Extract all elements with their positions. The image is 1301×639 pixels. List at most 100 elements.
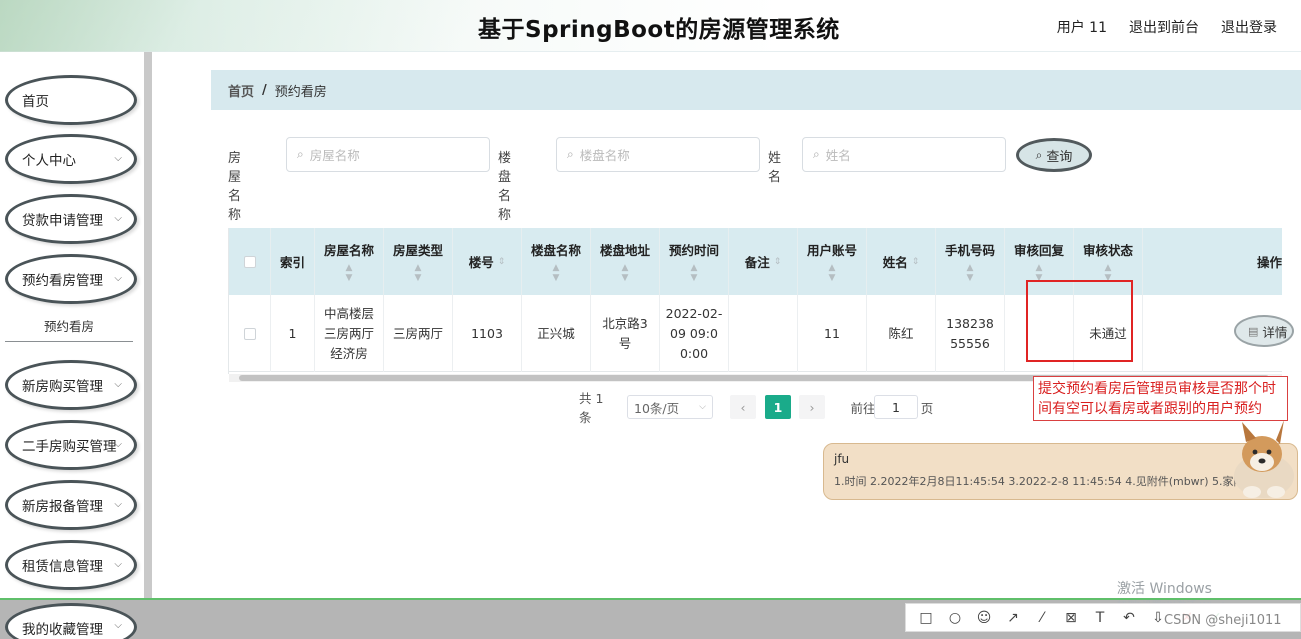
col-account-label: 用户账号 (806, 243, 857, 258)
arrow-tool-icon[interactable]: ↗ (1005, 610, 1021, 626)
search-icon: ⌕ (813, 147, 820, 161)
sort-icon[interactable]: ⇕ (912, 257, 920, 267)
next-page-button[interactable]: › (799, 395, 825, 419)
sort-icon[interactable]: ▲ ▼ (415, 263, 422, 283)
logout-link[interactable]: 退出登录 (1221, 17, 1277, 37)
sort-icon[interactable]: ⇕ (774, 257, 782, 267)
sidebar-item-label: 贷款申请管理 (22, 213, 103, 229)
sidebar-scrollbar[interactable] (144, 52, 152, 600)
document-icon: ▤ (1248, 324, 1259, 338)
col-building-no-label: 楼号 (468, 255, 494, 270)
cell-remark (729, 295, 798, 372)
col-estate-label: 楼盘名称 (530, 243, 581, 258)
select-all-cell (229, 228, 271, 295)
windows-activation-title: 激活 Windows (1117, 581, 1212, 597)
sidebar-item-label: 首页 (22, 94, 49, 110)
col-actions: 操作 (1143, 228, 1282, 295)
col-index: 索引 (271, 228, 315, 295)
prev-page-button[interactable]: ‹ (730, 395, 756, 419)
ellipse-tool-icon[interactable]: ○ (947, 610, 963, 626)
header-nav: 用户 11 退出到前台 退出登录 (1057, 17, 1277, 37)
col-address-label: 楼盘地址 (599, 243, 650, 258)
select-all-checkbox[interactable] (243, 255, 256, 268)
chevron-down-icon: ⌵ (114, 499, 122, 510)
house-name-placeholder: 房屋名称 (309, 148, 360, 163)
row-checkbox[interactable] (243, 327, 256, 340)
sidebar-item-label: 新房报备管理 (22, 499, 103, 515)
sidebar-item-label: 租赁信息管理 (22, 559, 103, 575)
sort-icon[interactable]: ⇕ (498, 257, 506, 267)
col-phone[interactable]: 手机号码 ▲ ▼ (936, 228, 1005, 295)
sort-icon[interactable]: ▲ ▼ (346, 263, 353, 283)
ime-candidate-list[interactable]: 1.时间 2.2022年2月8日11:45:54 3.2022-2-8 11:4… (834, 473, 1287, 489)
col-house-name[interactable]: 房屋名称 ▲ ▼ (315, 228, 384, 295)
goto-page-input[interactable]: 1 (874, 395, 918, 419)
col-time[interactable]: 预约时间 ▲ ▼ (660, 228, 729, 295)
building-name-placeholder: 楼盘名称 (579, 148, 630, 163)
house-name-input[interactable]: ⌕ 房屋名称 (286, 137, 490, 172)
annotation-highlight-box (1026, 280, 1133, 362)
sidebar-item-label: 新房购买管理 (22, 379, 103, 395)
sort-icon[interactable]: ▲ ▼ (622, 263, 629, 283)
sort-icon[interactable]: ▲ ▼ (691, 263, 698, 283)
col-actions-label: 操作 (1256, 255, 1282, 270)
breadcrumb: 首页 / 预约看房 (211, 70, 1301, 110)
submenu-item-viewing[interactable]: 预约看房 (5, 310, 133, 342)
detail-button[interactable]: ▤ 详情 (1234, 315, 1294, 347)
col-index-label: 索引 (279, 255, 305, 270)
header-decoration (0, 0, 470, 52)
col-house-type[interactable]: 房屋类型 ▲ ▼ (384, 228, 453, 295)
page-size-select[interactable]: 10条/页 ⌵ (627, 395, 713, 419)
sidebar-item-report[interactable]: 新房报备管理 ⌵ (5, 480, 137, 530)
chevron-down-icon: ⌵ (114, 153, 122, 164)
sidebar-item-second-hand[interactable]: 二手房购买管理 ⌵ (5, 420, 137, 470)
sort-icon[interactable]: ▲ ▼ (553, 263, 560, 283)
rectangle-tool-icon[interactable]: □ (918, 610, 934, 626)
sidebar-item-home[interactable]: 首页 (5, 75, 137, 125)
search-icon: ⌕ (297, 147, 304, 161)
text-tool-icon[interactable]: T (1092, 610, 1108, 626)
col-name[interactable]: 姓名 ⇕ (867, 228, 936, 295)
chevron-down-icon: ⌵ (114, 379, 122, 390)
query-button-label: 查询 (1046, 149, 1073, 165)
sidebar-item-new-house[interactable]: 新房购买管理 ⌵ (5, 360, 137, 410)
sidebar: 首页 个人中心 ⌵ 贷款申请管理 ⌵ 预约看房管理 ⌵ 预约看房 新房购买管理 … (0, 52, 152, 639)
col-time-label: 预约时间 (668, 243, 719, 258)
back-to-front-link[interactable]: 退出到前台 (1129, 17, 1199, 37)
ime-input-text: jfu (834, 452, 850, 466)
breadcrumb-home[interactable]: 首页 (228, 81, 254, 100)
col-estate[interactable]: 楼盘名称 ▲ ▼ (522, 228, 591, 295)
dog-mascot-icon (1234, 420, 1294, 498)
cell-house-name: 中高楼层三房两厅经济房 (315, 295, 384, 372)
chevron-down-icon: ⌵ (114, 439, 122, 450)
cell-building-no: 1103 (453, 295, 522, 372)
sidebar-item-personal[interactable]: 个人中心 ⌵ (5, 134, 137, 184)
query-button[interactable]: ⌕ 查询 (1016, 138, 1092, 172)
sidebar-item-viewing[interactable]: 预约看房管理 ⌵ (5, 254, 137, 304)
user-label[interactable]: 用户 11 (1057, 17, 1107, 37)
building-name-input[interactable]: ⌕ 楼盘名称 (556, 137, 760, 172)
col-house-name-label: 房屋名称 (323, 243, 374, 258)
cell-time: 2022-02-09 09:00:00 (660, 295, 729, 372)
sidebar-item-label: 个人中心 (22, 153, 76, 169)
col-address[interactable]: 楼盘地址 ▲ ▼ (591, 228, 660, 295)
cell-name: 陈红 (867, 295, 936, 372)
sidebar-item-loan[interactable]: 贷款申请管理 ⌵ (5, 194, 137, 244)
undo-icon[interactable]: ↶ (1121, 610, 1137, 626)
sort-icon[interactable]: ▲ ▼ (967, 263, 974, 283)
sort-icon[interactable]: ▲ ▼ (829, 263, 836, 283)
pen-tool-icon[interactable]: ⁄ (1034, 610, 1050, 626)
col-building-no[interactable]: 楼号 ⇕ (453, 228, 522, 295)
sidebar-item-rental[interactable]: 租赁信息管理 ⌵ (5, 540, 137, 590)
page-size-value: 10条/页 (634, 400, 680, 416)
page-number-current[interactable]: 1 (765, 395, 791, 419)
mosaic-tool-icon[interactable]: ⊠ (1063, 610, 1079, 626)
col-remark[interactable]: 备注 ⇕ (729, 228, 798, 295)
person-name-input[interactable]: ⌕ 姓名 (802, 137, 1006, 172)
col-account[interactable]: 用户账号 ▲ ▼ (798, 228, 867, 295)
sidebar-item-label: 二手房购买管理 (22, 439, 117, 455)
emoji-tool-icon[interactable]: ☺ (976, 610, 992, 626)
chevron-down-icon: ⌵ (114, 213, 122, 224)
chevron-down-icon: ⌵ (114, 273, 122, 284)
chevron-down-icon: ⌵ (114, 620, 122, 631)
